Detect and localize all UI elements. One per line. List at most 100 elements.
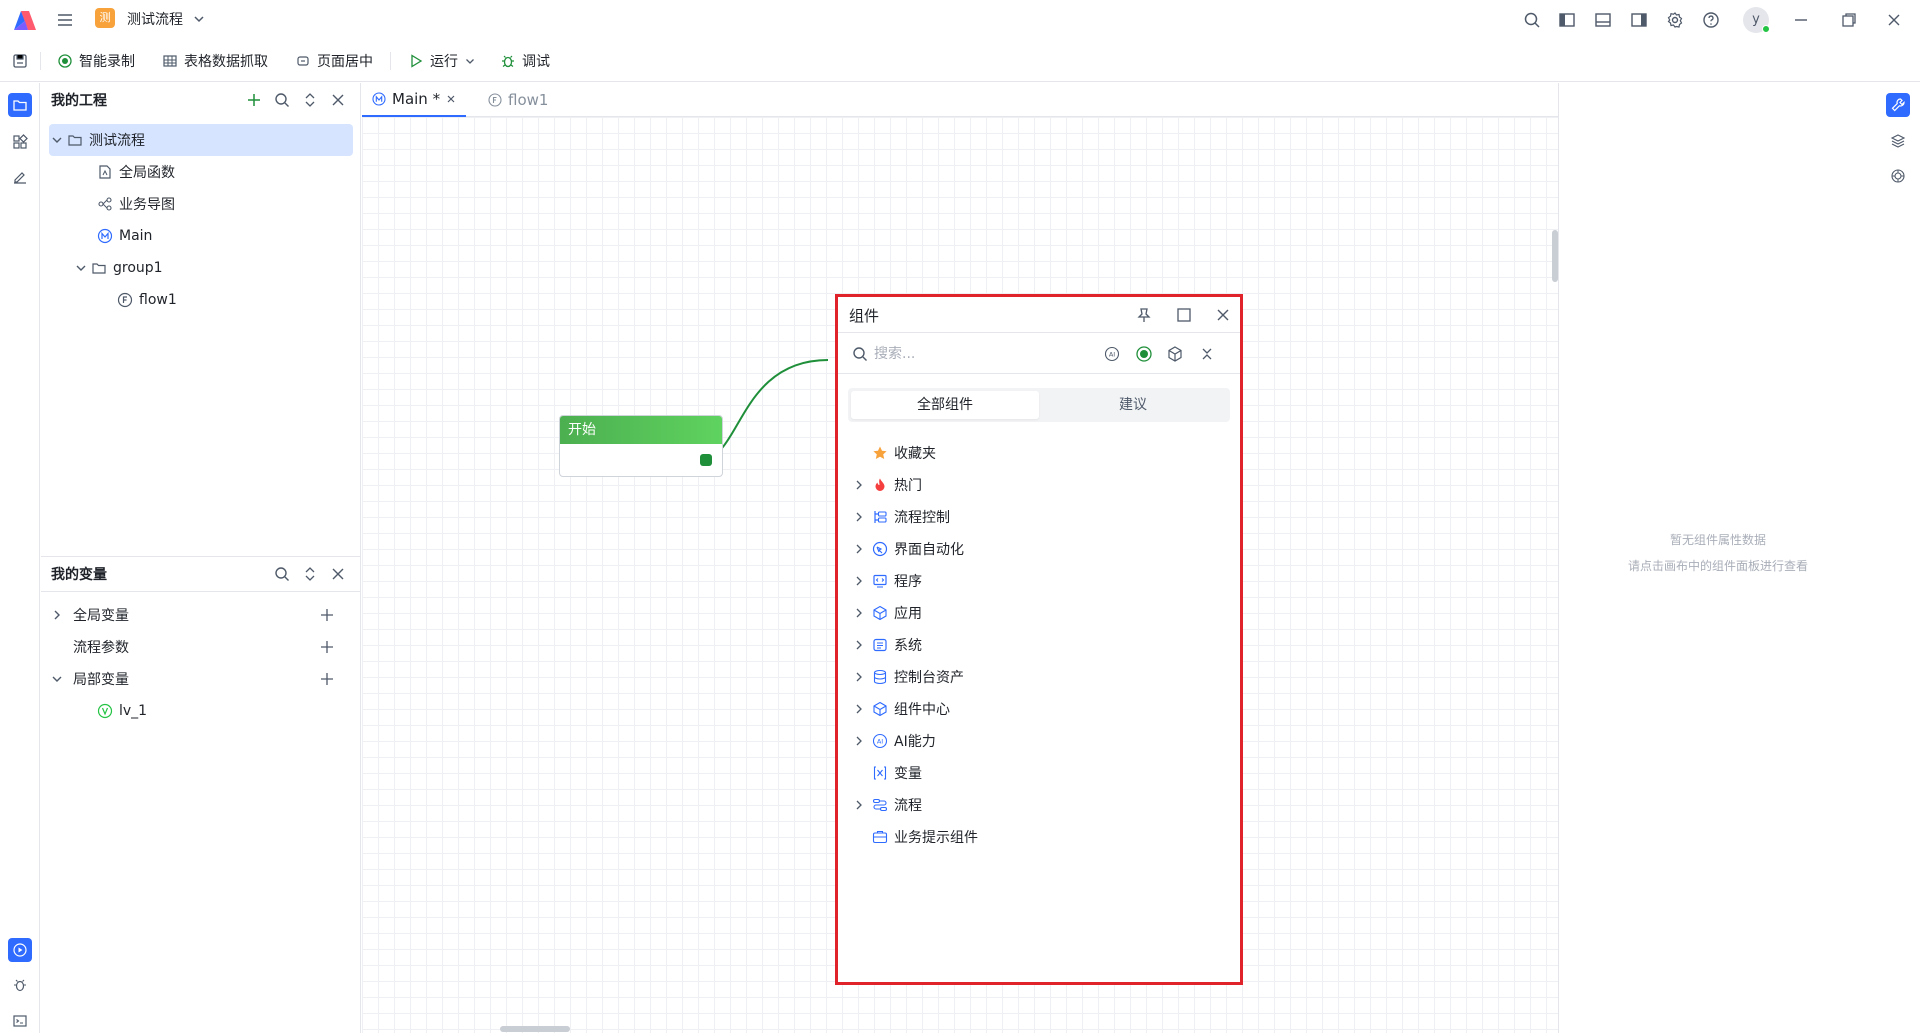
chevron-right-icon[interactable]	[852, 670, 866, 684]
category-ui-automation[interactable]: 界面自动化	[848, 533, 1230, 565]
collapse-expand-icon[interactable]	[301, 565, 319, 583]
canvas-vertical-scrollbar[interactable]	[1552, 230, 1558, 282]
segment-suggestions[interactable]: 建议	[1039, 391, 1227, 419]
chevron-right-icon[interactable]	[852, 478, 866, 492]
chevron-down-icon[interactable]	[73, 260, 89, 276]
variable-group-flow-params[interactable]: 流程参数	[49, 631, 353, 663]
tree-item-test-flow[interactable]: 测试流程	[49, 124, 353, 156]
category-program[interactable]: 程序	[848, 565, 1230, 597]
add-icon[interactable]	[319, 671, 335, 687]
variable-group-global[interactable]: 全局变量	[49, 599, 353, 631]
debug-button[interactable]: 调试	[500, 50, 550, 72]
run-panel-activity-button[interactable]	[8, 938, 32, 962]
tree-item-group1[interactable]: group1	[49, 252, 353, 284]
variable-icon	[873, 766, 887, 780]
close-icon[interactable]	[1884, 10, 1904, 30]
category-label: 流程	[894, 798, 922, 814]
canvas-horizontal-scrollbar[interactable]	[500, 1026, 570, 1032]
gear-icon[interactable]	[1665, 10, 1685, 30]
chevron-right-icon[interactable]	[852, 702, 866, 716]
package-icon[interactable]	[1166, 345, 1184, 363]
close-icon[interactable]	[329, 565, 347, 583]
category-ai-capability[interactable]: AI AI能力	[848, 725, 1230, 757]
ai-assistant-activity-button[interactable]	[1886, 164, 1910, 188]
tree-item-global-functions[interactable]: 全局函数	[49, 156, 353, 188]
table-capture-button[interactable]: 表格数据抓取	[162, 50, 268, 72]
close-icon[interactable]	[329, 91, 347, 109]
chevron-right-icon[interactable]	[852, 798, 866, 812]
collapse-icon[interactable]	[1198, 345, 1216, 363]
run-button[interactable]: 运行	[408, 50, 476, 72]
category-application[interactable]: 应用	[848, 597, 1230, 629]
chevron-right-icon[interactable]	[852, 638, 866, 652]
variable-group-label: 流程参数	[73, 640, 129, 656]
chevron-right-icon[interactable]	[852, 734, 866, 748]
add-icon[interactable]	[319, 607, 335, 623]
search-icon[interactable]	[273, 565, 291, 583]
save-icon[interactable]	[12, 53, 28, 69]
category-popular[interactable]: 热门	[848, 469, 1230, 501]
chevron-right-icon[interactable]	[852, 574, 866, 588]
category-system[interactable]: 系统	[848, 629, 1230, 661]
maximize-icon[interactable]	[1175, 306, 1193, 324]
output-port[interactable]	[700, 454, 712, 466]
chevron-down-icon[interactable]	[192, 12, 206, 26]
properties-activity-button[interactable]	[1886, 93, 1910, 117]
toggle-bottom-panel-icon[interactable]	[1593, 10, 1613, 30]
tree-item-business-map[interactable]: 业务导图	[49, 188, 353, 220]
ai-search-icon[interactable]: AI	[1103, 345, 1121, 363]
toggle-left-panel-icon[interactable]	[1557, 10, 1577, 30]
variable-item-lv1[interactable]: lv_1	[49, 695, 353, 727]
terminal-activity-button[interactable]	[8, 1009, 32, 1033]
category-console-assets[interactable]: 控制台资产	[848, 661, 1230, 693]
close-icon[interactable]	[446, 94, 456, 104]
smart-record-button[interactable]: 智能录制	[57, 50, 135, 72]
play-icon	[411, 54, 423, 68]
chevron-down-icon[interactable]	[49, 671, 65, 687]
chevron-right-icon[interactable]	[852, 542, 866, 556]
components-search-input[interactable]	[874, 344, 1094, 364]
chevron-right-icon[interactable]	[852, 606, 866, 620]
hamburger-menu-icon[interactable]	[55, 10, 75, 30]
category-process[interactable]: 流程	[848, 789, 1230, 821]
tab-flow1[interactable]: flow1	[478, 83, 558, 117]
help-icon[interactable]	[1701, 10, 1721, 30]
category-variable[interactable]: 变量	[848, 757, 1230, 789]
page-center-button[interactable]: 页面居中	[295, 50, 373, 72]
project-title[interactable]: 测试流程	[127, 9, 183, 31]
restore-icon[interactable]	[1839, 10, 1859, 30]
components-activity-button[interactable]	[8, 130, 32, 154]
category-favorites[interactable]: 收藏夹	[848, 437, 1230, 469]
chevron-right-icon[interactable]	[852, 510, 866, 524]
record-icon[interactable]	[1135, 345, 1153, 363]
variable-group-local[interactable]: 局部变量	[49, 663, 353, 695]
chevron-down-icon[interactable]	[49, 132, 65, 148]
edit-activity-button[interactable]	[8, 165, 32, 189]
app-logo-icon[interactable]	[12, 8, 38, 32]
category-business-tip[interactable]: 业务提示组件	[848, 821, 1230, 853]
collapse-expand-icon[interactable]	[301, 91, 319, 109]
search-icon[interactable]	[273, 91, 291, 109]
start-node[interactable]: 开始	[559, 415, 723, 477]
tab-main[interactable]: Main *	[362, 83, 467, 117]
minimize-icon[interactable]	[1791, 10, 1811, 30]
table-capture-label: 表格数据抓取	[184, 54, 268, 70]
layers-activity-button[interactable]	[1886, 129, 1910, 153]
toggle-right-panel-icon[interactable]	[1629, 10, 1649, 30]
debug-activity-button[interactable]	[8, 973, 32, 997]
close-icon[interactable]	[1214, 306, 1232, 324]
explorer-activity-button[interactable]	[8, 93, 32, 117]
category-flow-control[interactable]: 流程控制	[848, 501, 1230, 533]
add-icon[interactable]	[245, 91, 263, 109]
tree-item-flow1[interactable]: flow1	[49, 284, 353, 316]
tree-item-main[interactable]: Main	[49, 220, 353, 252]
variables-panel-title: 我的变量	[51, 567, 107, 583]
category-component-center[interactable]: 组件中心	[848, 693, 1230, 725]
chevron-down-icon[interactable]	[464, 55, 476, 67]
pin-icon[interactable]	[1135, 306, 1153, 324]
chevron-right-icon[interactable]	[49, 607, 65, 623]
search-icon[interactable]	[1522, 10, 1542, 30]
add-icon[interactable]	[319, 639, 335, 655]
segment-all-components[interactable]: 全部组件	[851, 391, 1039, 419]
category-label: 收藏夹	[894, 446, 936, 462]
